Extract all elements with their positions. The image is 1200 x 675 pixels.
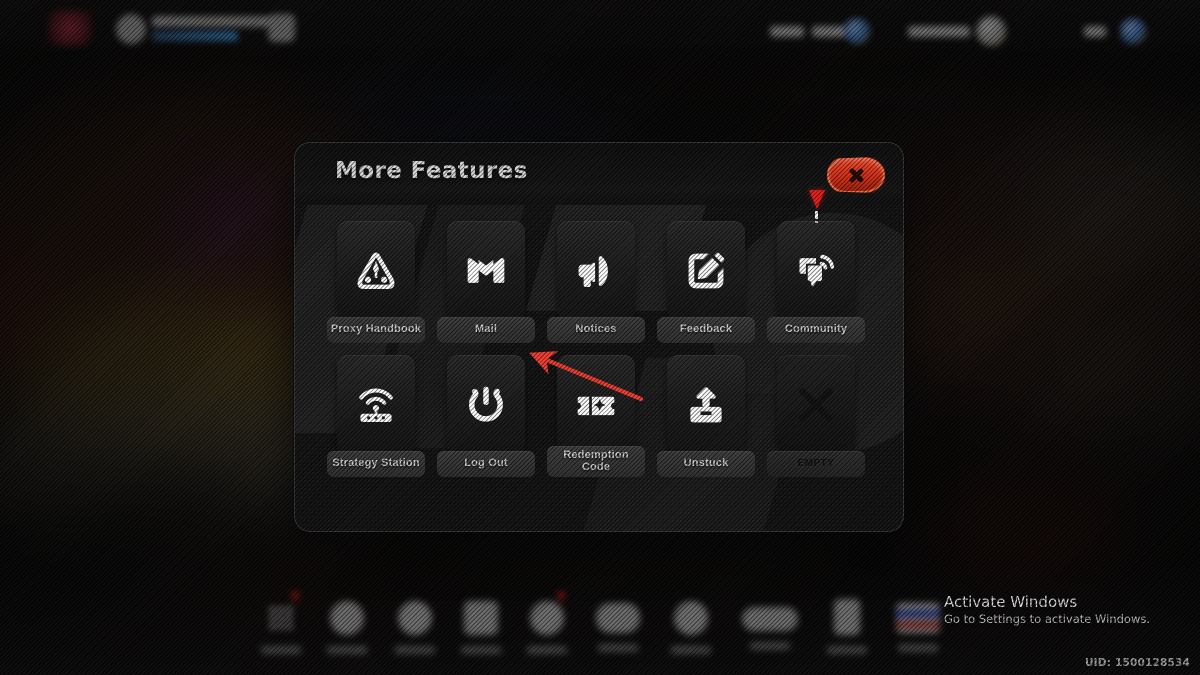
dock-item-9[interactable]: [827, 599, 867, 654]
dock-item-3[interactable]: [395, 601, 435, 654]
game-screen: More Features Proxy Handbook Mail Notice…: [0, 0, 1200, 675]
unstuck-upload-icon: [690, 387, 722, 423]
close-button-shape: [827, 157, 885, 193]
game-logo: [48, 10, 92, 46]
tile-icon-wrap: [337, 221, 415, 321]
wifi-router-icon: [359, 388, 393, 422]
community-broadcast-icon: [799, 254, 835, 287]
tile-unstuck[interactable]: Unstuck: [657, 355, 755, 477]
dock-item-2[interactable]: [327, 601, 367, 654]
handbook-pen-triangle-icon: [357, 252, 395, 289]
tile-label: Notices: [547, 317, 645, 343]
dock-item-7[interactable]: [671, 601, 711, 654]
activate-windows-watermark: Activate Windows Go to Settings to activ…: [944, 592, 1150, 627]
avatar[interactable]: [116, 14, 146, 44]
close-button[interactable]: [827, 157, 885, 193]
dock-item-8[interactable]: [742, 607, 798, 650]
more-features-dialog: More Features Proxy Handbook Mail Notice…: [294, 142, 904, 532]
tile-feedback[interactable]: Feedback: [657, 221, 755, 343]
tile-icon-wrap: [667, 221, 745, 321]
tile-mail[interactable]: Mail: [437, 221, 535, 343]
page-title: More Features: [335, 158, 528, 184]
pencil-edit-square-icon: [688, 252, 725, 289]
close-x-icon: [848, 167, 865, 184]
tile-redemption-code[interactable]: Redemption Code: [547, 355, 645, 477]
top-hud-bar: [0, 0, 1200, 58]
mail-envelope-m-icon: [467, 258, 505, 283]
uid-label: UID: 1500128534: [1084, 657, 1190, 669]
currency-value-3: [908, 26, 970, 37]
tile-icon-wrap: [447, 355, 525, 455]
ticket-star-icon: [577, 396, 615, 416]
player-name: [152, 16, 270, 27]
currency-icon-2: [976, 16, 1006, 46]
dock-item-10[interactable]: [896, 603, 940, 652]
tile-label: Strategy Station: [327, 451, 425, 477]
tile-label: Unstuck: [657, 451, 755, 477]
feature-tile-grid: Proxy Handbook Mail Notices Feedback Com…: [327, 190, 873, 477]
tile-label: EMPTY: [767, 451, 865, 477]
tile-strategy-station[interactable]: Strategy Station: [327, 355, 425, 477]
tile-empty-slot[interactable]: EMPTY: [767, 355, 865, 477]
watermark-subtitle: Go to Settings to activate Windows.: [944, 612, 1150, 626]
tile-icon-wrap: [667, 355, 745, 455]
tile-icon-wrap: [447, 221, 525, 321]
tile-label: Mail: [437, 317, 535, 343]
dock-item-1[interactable]: [261, 592, 301, 654]
currency-value-2: [812, 26, 846, 37]
megaphone-icon: [578, 256, 608, 288]
notification-badge-icon: [808, 190, 825, 228]
dock-item-6[interactable]: [596, 603, 640, 652]
tile-label: Log Out: [437, 451, 535, 477]
tile-notices[interactable]: Notices: [547, 221, 645, 343]
tile-log-out[interactable]: Log Out: [437, 355, 535, 477]
currency-icon-3: [1120, 18, 1146, 44]
tile-label: Community: [767, 317, 865, 343]
tile-proxy-handbook[interactable]: Proxy Handbook: [327, 221, 425, 343]
x-cross-icon: [799, 388, 833, 422]
power-icon: [468, 386, 503, 422]
tile-icon-wrap: [337, 355, 415, 455]
tile-icon-wrap: [777, 221, 855, 321]
tile-label: Redemption Code: [547, 446, 645, 477]
tile-label: Proxy Handbook: [327, 317, 425, 343]
currency-value-4: [1084, 26, 1106, 37]
player-level-bar: [152, 31, 238, 41]
currency-value-1: [770, 26, 804, 37]
hud-extra-icon[interactable]: [268, 14, 295, 42]
tile-icon-wrap: [557, 221, 635, 321]
tile-community[interactable]: Community: [767, 190, 865, 343]
dock-item-5[interactable]: [527, 592, 567, 654]
tile-icon-wrap: [777, 355, 855, 455]
tile-icon-wrap: [557, 355, 635, 455]
watermark-title: Activate Windows: [944, 593, 1078, 611]
currency-icon-1: [844, 18, 870, 44]
dock-item-4[interactable]: [461, 601, 501, 654]
tile-label: Feedback: [657, 317, 755, 343]
